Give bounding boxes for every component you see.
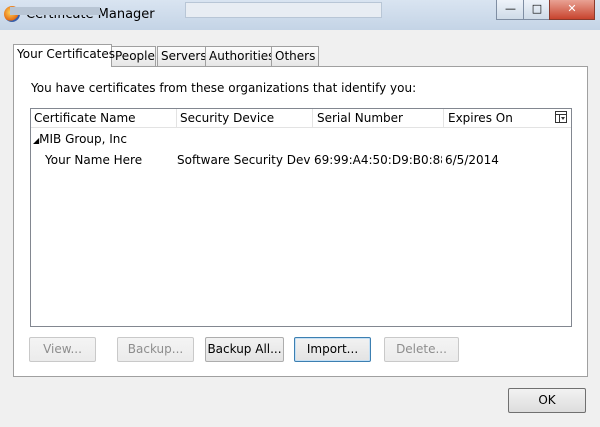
tab-servers[interactable]: Servers (157, 46, 207, 66)
import-button[interactable]: Import... (294, 337, 371, 362)
background-notification (185, 2, 382, 18)
column-header-serial-number[interactable]: Serial Number (314, 109, 444, 127)
cell-certificate-name: Your Name Here (45, 153, 143, 167)
background-window-text (10, 7, 100, 15)
cell-serial-number: 69:99:A4:50:D9:B0:88:... (314, 153, 442, 167)
close-icon: ✕ (567, 2, 577, 15)
view-button[interactable]: View... (29, 337, 96, 362)
backup-all-button[interactable]: Backup All... (205, 337, 284, 362)
intro-text: You have certificates from these organiz… (31, 81, 417, 95)
certificate-tree[interactable]: Certificate Name Security Device Serial … (30, 108, 572, 327)
tab-your-certificates[interactable]: Your Certificates (13, 44, 115, 67)
cell-expires-on: 6/5/2014 (445, 153, 499, 167)
delete-button[interactable]: Delete... (384, 337, 459, 362)
column-header-expires-on[interactable]: Expires On (445, 109, 550, 127)
maximize-button[interactable]: □ (523, 0, 551, 20)
ok-button[interactable]: OK (508, 388, 586, 413)
group-name: MIB Group, Inc (39, 132, 127, 146)
maximize-icon: □ (531, 2, 543, 15)
window-titlebar[interactable]: Certificate Manager — □ ✕ (0, 0, 600, 30)
header-separator (31, 127, 571, 128)
table-row[interactable]: Your Name Here Software Security Devi...… (31, 151, 567, 169)
tab-people[interactable]: People (111, 46, 156, 66)
column-header-certificate-name[interactable]: Certificate Name (31, 109, 177, 127)
backup-button[interactable]: Backup... (117, 337, 194, 362)
tab-panel: You have certificates from these organiz… (13, 66, 588, 377)
column-picker-icon[interactable] (555, 111, 567, 123)
tab-authorities[interactable]: Authorities (205, 46, 274, 66)
close-button[interactable]: ✕ (549, 0, 595, 20)
tree-group-row[interactable]: ◢MIB Group, Inc (33, 130, 569, 148)
minimize-icon: — (505, 2, 516, 15)
dialog-client-area: Your Certificates People Servers Authori… (0, 30, 600, 427)
cell-security-device: Software Security Devi... (177, 153, 311, 167)
tab-others[interactable]: Others (271, 46, 319, 66)
column-header-security-device[interactable]: Security Device (177, 109, 313, 127)
minimize-button[interactable]: — (496, 0, 525, 20)
